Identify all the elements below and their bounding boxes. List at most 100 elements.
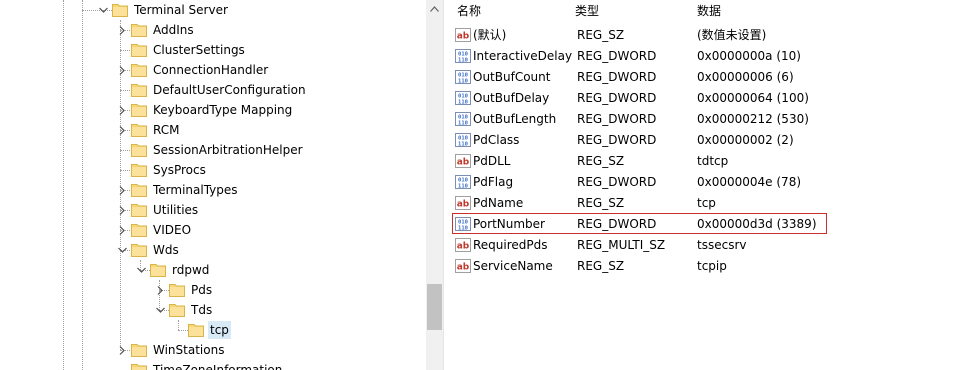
tree-item-label: DefaultUserConfiguration <box>153 83 306 97</box>
value-name: InteractiveDelay <box>473 49 573 63</box>
value-name: PortNumber <box>473 217 545 231</box>
tree-item[interactable]: rdpwd <box>150 260 211 280</box>
value-data: tssecsrv <box>697 238 747 252</box>
folder-icon <box>131 143 147 157</box>
value-name: OutBufLength <box>473 112 557 126</box>
folder-icon <box>131 223 147 237</box>
value-type: REG_SZ <box>577 28 625 42</box>
value-name: PdDLL <box>473 154 511 168</box>
binary-value-icon: 010 110 <box>455 49 471 63</box>
table-row[interactable]: 010 110 OutBufLength REG_DWORD 0x00000212 (5… <box>449 109 969 130</box>
tree-item[interactable]: VIDEO <box>131 220 193 240</box>
registry-values-list[interactable]: 名称 类型 数据 ab (默认) REG_SZ (数值未设置) 010 110 Intera… <box>449 0 969 370</box>
tree-item[interactable]: TimeZoneInformation <box>131 360 284 370</box>
chevron-down-icon[interactable] <box>117 240 127 260</box>
value-data: tcp <box>697 196 716 210</box>
folder-icon <box>169 303 185 317</box>
tree-item[interactable]: Pds <box>169 280 214 300</box>
chevron-down-icon[interactable] <box>98 0 108 20</box>
tree-item-label: SysProcs <box>153 163 206 177</box>
value-data: 0x00000064 (100) <box>697 91 809 105</box>
binary-value-icon: 010 110 <box>455 91 471 105</box>
string-value-icon: ab <box>455 28 471 42</box>
chevron-right-icon[interactable] <box>155 280 165 300</box>
table-row[interactable]: 010 110 PdClass REG_DWORD 0x00000002 (2) <box>449 130 969 151</box>
tree-item-label: ConnectionHandler <box>153 63 269 77</box>
value-name: PdFlag <box>473 175 514 189</box>
value-data: tdtcp <box>697 154 729 168</box>
tree-item-label: VIDEO <box>153 223 192 237</box>
registry-tree[interactable]: Terminal Server AddIns ClusterSettings Conn… <box>0 0 426 370</box>
svg-text:110: 110 <box>458 99 468 105</box>
svg-text:ab: ab <box>457 242 470 252</box>
tree-item[interactable]: AddIns <box>131 20 196 40</box>
binary-value-icon: 010 110 <box>455 217 471 231</box>
chevron-down-icon[interactable] <box>136 260 146 280</box>
folder-icon <box>150 263 166 277</box>
tree-item-label: TimeZoneInformation <box>153 363 283 370</box>
tree-scrollbar[interactable] <box>426 0 443 370</box>
tree-connector <box>120 90 130 91</box>
chevron-right-icon[interactable] <box>117 120 127 140</box>
chevron-right-icon[interactable] <box>117 180 127 200</box>
chevron-right-icon[interactable] <box>117 60 127 80</box>
chevron-right-icon[interactable] <box>117 100 127 120</box>
column-header-data[interactable]: 数据 <box>697 0 721 22</box>
table-row[interactable]: ab PdDLL REG_SZ tdtcp <box>449 151 969 172</box>
value-type: REG_DWORD <box>577 112 657 126</box>
tree-item[interactable]: Terminal Server <box>112 0 230 20</box>
tree-item[interactable]: DefaultUserConfiguration <box>131 80 308 100</box>
table-row[interactable]: 010 110 PdFlag REG_DWORD 0x0000004e (78) <box>449 172 969 193</box>
tree-item[interactable]: SessionArbitrationHelper <box>131 140 305 160</box>
chevron-right-icon[interactable] <box>117 340 127 360</box>
folder-icon <box>131 203 147 217</box>
scrollbar-thumb[interactable] <box>427 284 442 330</box>
tree-item[interactable]: TerminalTypes <box>131 180 240 200</box>
value-name: PdClass <box>473 133 520 147</box>
tree-item[interactable]: tcp <box>188 320 231 340</box>
table-row[interactable]: 010 110 OutBufCount REG_DWORD 0x00000006 (6) <box>449 67 969 88</box>
tree-item[interactable]: KeyboardType Mapping <box>131 100 294 120</box>
value-type: REG_DWORD <box>577 49 657 63</box>
folder-icon <box>131 103 147 117</box>
chevron-right-icon[interactable] <box>117 220 127 240</box>
scroll-up-icon[interactable] <box>426 0 443 17</box>
table-row[interactable]: ab ServiceName REG_SZ tcpip <box>449 256 969 277</box>
value-type: REG_DWORD <box>577 133 657 147</box>
table-row[interactable]: 010 110 InteractiveDelay REG_DWORD 0x0000000… <box>449 46 969 67</box>
folder-icon <box>131 123 147 137</box>
tree-item[interactable]: ClusterSettings <box>131 40 247 60</box>
tree-item[interactable]: Utilities <box>131 200 200 220</box>
svg-text:ab: ab <box>457 200 470 210</box>
column-header-type[interactable]: 类型 <box>575 0 599 22</box>
column-header-name[interactable]: 名称 <box>457 0 481 22</box>
table-row[interactable]: ab RequiredPds REG_MULTI_SZ tssecsrv <box>449 235 969 256</box>
binary-value-icon: 010 110 <box>455 70 471 84</box>
chevron-right-icon[interactable] <box>117 20 127 40</box>
folder-icon <box>112 3 128 17</box>
binary-value-icon: 010 110 <box>455 175 471 189</box>
value-type: REG_DWORD <box>577 175 657 189</box>
svg-text:ab: ab <box>457 263 470 273</box>
tree-item[interactable]: Tds <box>169 300 214 320</box>
string-value-icon: ab <box>455 154 471 168</box>
tree-item[interactable]: WinStations <box>131 340 226 360</box>
folder-icon <box>131 83 147 97</box>
tree-item[interactable]: RCM <box>131 120 181 140</box>
value-data: tcpip <box>697 259 727 273</box>
chevron-down-icon[interactable] <box>155 300 165 320</box>
tree-item[interactable]: Wds <box>131 240 181 260</box>
chevron-right-icon[interactable] <box>117 200 127 220</box>
tree-connector <box>120 50 130 51</box>
svg-text:ab: ab <box>457 158 470 168</box>
folder-icon <box>188 323 204 337</box>
table-row[interactable]: 010 110 PortNumber REG_DWORD 0x00000d3d (338… <box>449 214 969 235</box>
folder-icon <box>131 23 147 37</box>
tree-item-label: Utilities <box>153 203 199 217</box>
table-row[interactable]: 010 110 OutBufDelay REG_DWORD 0x00000064 (10… <box>449 88 969 109</box>
tree-item[interactable]: ConnectionHandler <box>131 60 270 80</box>
table-row[interactable]: ab PdName REG_SZ tcp <box>449 193 969 214</box>
table-row[interactable]: ab (默认) REG_SZ (数值未设置) <box>449 25 969 46</box>
tree-item[interactable]: SysProcs <box>131 160 208 180</box>
string-value-icon: ab <box>455 196 471 210</box>
